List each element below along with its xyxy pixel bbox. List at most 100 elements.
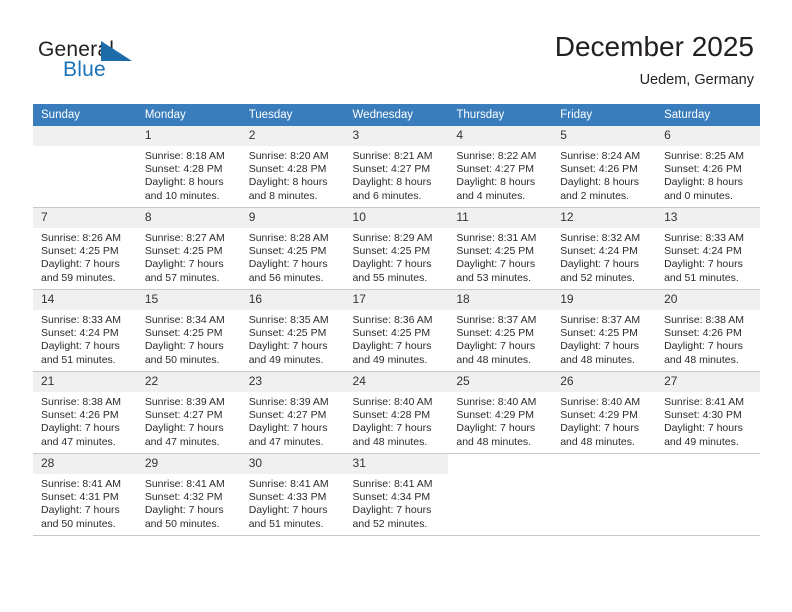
- calendar-day-cell[interactable]: 21 Sunrise: 8:38 AM Sunset: 4:26 PM Dayligh…: [33, 371, 137, 454]
- calendar-day-cell[interactable]: 13 Sunrise: 8:33 AM Sunset: 4:24 PM Dayligh…: [656, 207, 760, 290]
- calendar-day-cell[interactable]: 20 Sunrise: 8:38 AM Sunset: 4:26 PM Dayligh…: [656, 289, 760, 372]
- calendar-day-cell[interactable]: 11 Sunrise: 8:31 AM Sunset: 4:25 PM Dayligh…: [448, 207, 553, 290]
- daylight-duration-line1: Daylight: 7 hours: [144, 504, 224, 517]
- calendar-day-cell[interactable]: 9 Sunrise: 8:28 AM Sunset: 4:25 PM Daylight…: [240, 207, 345, 290]
- calendar-day-cell[interactable]: 28 Sunrise: 8:41 AM Sunset: 4:31 PM Dayligh…: [33, 453, 137, 536]
- sunset-time: Sunset: 4:25 PM: [456, 245, 535, 258]
- day-number: 16: [240, 290, 345, 310]
- weekday-header-wednesday: Wednesday: [344, 104, 449, 126]
- weekday-header-monday: Monday: [136, 104, 241, 126]
- day-cell-inner: 26 Sunrise: 8:40 AM Sunset: 4:29 PM Dayligh…: [552, 372, 657, 453]
- calendar-cell-empty: [552, 453, 657, 536]
- day-cell-inner: 1 Sunrise: 8:18 AM Sunset: 4:28 PM Daylight…: [136, 126, 241, 207]
- day-number: 9: [240, 208, 345, 228]
- sunrise-time: Sunrise: 8:29 AM: [352, 232, 433, 244]
- day-cell-inner: 3 Sunrise: 8:21 AM Sunset: 4:27 PM Daylight…: [344, 126, 449, 207]
- calendar-day-cell[interactable]: 5 Sunrise: 8:24 AM Sunset: 4:26 PM Daylight…: [552, 126, 657, 208]
- day-cell-inner: 28 Sunrise: 8:41 AM Sunset: 4:31 PM Dayligh…: [33, 454, 137, 535]
- sunrise-time: Sunrise: 8:41 AM: [352, 478, 433, 490]
- day-sun-info: Sunrise: 8:41 AM Sunset: 4:32 PM Daylight:…: [137, 474, 241, 531]
- day-cell-inner: 2 Sunrise: 8:20 AM Sunset: 4:28 PM Daylight…: [240, 126, 345, 207]
- daylight-duration-line2: and 52 minutes.: [352, 517, 428, 530]
- calendar-day-cell[interactable]: 22 Sunrise: 8:39 AM Sunset: 4:27 PM Dayligh…: [136, 371, 241, 454]
- calendar-cell-empty: [448, 453, 553, 536]
- weekday-header-friday: Friday: [552, 104, 657, 126]
- sunset-time: Sunset: 4:33 PM: [248, 491, 327, 504]
- daylight-duration-line1: Daylight: 8 hours: [352, 176, 432, 189]
- calendar-day-cell[interactable]: 3 Sunrise: 8:21 AM Sunset: 4:27 PM Daylight…: [344, 126, 449, 208]
- day-cell-inner: 13 Sunrise: 8:33 AM Sunset: 4:24 PM Dayligh…: [656, 208, 760, 289]
- day-cell-inner: 12 Sunrise: 8:32 AM Sunset: 4:24 PM Dayligh…: [552, 208, 657, 289]
- day-cell-inner: 4 Sunrise: 8:22 AM Sunset: 4:27 PM Daylight…: [448, 126, 553, 207]
- daylight-duration-line1: Daylight: 7 hours: [248, 422, 328, 435]
- calendar-day-cell[interactable]: 18 Sunrise: 8:37 AM Sunset: 4:25 PM Dayligh…: [448, 289, 553, 372]
- day-sun-info: Sunrise: 8:35 AM Sunset: 4:25 PM Daylight:…: [241, 310, 345, 367]
- sunrise-time: Sunrise: 8:32 AM: [560, 232, 641, 244]
- day-number: 20: [656, 290, 760, 310]
- calendar-day-cell[interactable]: 27 Sunrise: 8:41 AM Sunset: 4:30 PM Dayligh…: [656, 371, 760, 454]
- daylight-duration-line1: Daylight: 7 hours: [248, 340, 328, 353]
- calendar-day-cell[interactable]: 29 Sunrise: 8:41 AM Sunset: 4:32 PM Dayligh…: [136, 453, 241, 536]
- calendar-day-cell[interactable]: 15 Sunrise: 8:34 AM Sunset: 4:25 PM Dayligh…: [136, 289, 241, 372]
- day-cell-inner: 10 Sunrise: 8:29 AM Sunset: 4:25 PM Dayligh…: [344, 208, 449, 289]
- calendar-day-cell[interactable]: 10 Sunrise: 8:29 AM Sunset: 4:25 PM Dayligh…: [344, 207, 449, 290]
- calendar-day-cell[interactable]: 4 Sunrise: 8:22 AM Sunset: 4:27 PM Daylight…: [448, 126, 553, 208]
- day-cell-inner: 8 Sunrise: 8:27 AM Sunset: 4:25 PM Daylight…: [136, 208, 241, 289]
- calendar-week-row: 21 Sunrise: 8:38 AM Sunset: 4:26 PM Dayligh…: [33, 371, 760, 454]
- calendar-day-cell[interactable]: 8 Sunrise: 8:27 AM Sunset: 4:25 PM Daylight…: [136, 207, 241, 290]
- sunrise-time: Sunrise: 8:39 AM: [144, 396, 225, 408]
- calendar-day-cell[interactable]: 19 Sunrise: 8:37 AM Sunset: 4:25 PM Dayligh…: [552, 289, 657, 372]
- sunset-time: Sunset: 4:25 PM: [248, 245, 327, 258]
- daylight-duration-line2: and 48 minutes.: [456, 353, 532, 366]
- daylight-duration-line2: and 49 minutes.: [352, 353, 428, 366]
- calendar-day-cell[interactable]: 14 Sunrise: 8:33 AM Sunset: 4:24 PM Dayligh…: [33, 289, 137, 372]
- daylight-duration-line2: and 8 minutes.: [248, 189, 318, 202]
- calendar-day-cell[interactable]: 2 Sunrise: 8:20 AM Sunset: 4:28 PM Daylight…: [240, 126, 345, 208]
- day-cell-inner: 24 Sunrise: 8:40 AM Sunset: 4:28 PM Dayligh…: [344, 372, 449, 453]
- calendar-day-cell[interactable]: 30 Sunrise: 8:41 AM Sunset: 4:33 PM Dayligh…: [240, 453, 345, 536]
- daylight-duration-line2: and 50 minutes.: [144, 353, 220, 366]
- day-sun-info: Sunrise: 8:37 AM Sunset: 4:25 PM Daylight:…: [448, 310, 552, 367]
- day-sun-info: Sunrise: 8:32 AM Sunset: 4:24 PM Daylight:…: [552, 228, 656, 285]
- day-sun-info: Sunrise: 8:38 AM Sunset: 4:26 PM Daylight:…: [33, 392, 137, 449]
- day-number: 28: [33, 454, 137, 474]
- sunrise-time: Sunrise: 8:26 AM: [41, 232, 121, 244]
- day-cell-inner: 17 Sunrise: 8:36 AM Sunset: 4:25 PM Dayligh…: [344, 290, 449, 371]
- calendar-day-cell[interactable]: 24 Sunrise: 8:40 AM Sunset: 4:28 PM Dayligh…: [344, 371, 449, 454]
- daylight-duration-line1: Daylight: 7 hours: [41, 504, 120, 517]
- day-number: 6: [656, 126, 760, 146]
- sunset-time: Sunset: 4:31 PM: [41, 491, 119, 504]
- day-cell-inner: 15 Sunrise: 8:34 AM Sunset: 4:25 PM Dayligh…: [136, 290, 241, 371]
- day-number: 24: [344, 372, 449, 392]
- sunrise-time: Sunrise: 8:35 AM: [248, 314, 329, 326]
- logo-text-blue: Blue: [63, 58, 106, 81]
- sunset-time: Sunset: 4:27 PM: [144, 409, 223, 422]
- calendar-day-cell[interactable]: 31 Sunrise: 8:41 AM Sunset: 4:34 PM Dayligh…: [344, 453, 449, 536]
- daylight-duration-line2: and 53 minutes.: [456, 271, 532, 284]
- day-number: 13: [656, 208, 760, 228]
- day-sun-info: Sunrise: 8:24 AM Sunset: 4:26 PM Daylight:…: [552, 146, 656, 203]
- day-sun-info: Sunrise: 8:22 AM Sunset: 4:27 PM Daylight:…: [448, 146, 552, 203]
- calendar-day-cell[interactable]: 23 Sunrise: 8:39 AM Sunset: 4:27 PM Dayligh…: [240, 371, 345, 454]
- daylight-duration-line2: and 48 minutes.: [456, 435, 532, 448]
- day-number: 27: [656, 372, 760, 392]
- calendar-day-cell[interactable]: 26 Sunrise: 8:40 AM Sunset: 4:29 PM Dayligh…: [552, 371, 657, 454]
- calendar-day-cell[interactable]: 17 Sunrise: 8:36 AM Sunset: 4:25 PM Dayligh…: [344, 289, 449, 372]
- sunset-time: Sunset: 4:27 PM: [248, 409, 327, 422]
- sunrise-sunset-calendar: Sunday Monday Tuesday Wednesday Thursday…: [33, 104, 760, 536]
- sunrise-time: Sunrise: 8:27 AM: [144, 232, 225, 244]
- calendar-day-cell[interactable]: 16 Sunrise: 8:35 AM Sunset: 4:25 PM Dayligh…: [240, 289, 345, 372]
- calendar-day-cell[interactable]: 1 Sunrise: 8:18 AM Sunset: 4:28 PM Daylight…: [136, 126, 241, 208]
- calendar-week-row: 28 Sunrise: 8:41 AM Sunset: 4:31 PM Dayligh…: [33, 453, 760, 536]
- day-cell-inner: 22 Sunrise: 8:39 AM Sunset: 4:27 PM Dayligh…: [136, 372, 241, 453]
- calendar-day-cell[interactable]: 12 Sunrise: 8:32 AM Sunset: 4:24 PM Dayligh…: [552, 207, 657, 290]
- day-number: 25: [448, 372, 553, 392]
- day-cell-inner: 18 Sunrise: 8:37 AM Sunset: 4:25 PM Dayligh…: [448, 290, 553, 371]
- calendar-day-cell[interactable]: 7 Sunrise: 8:26 AM Sunset: 4:25 PM Daylight…: [33, 207, 137, 290]
- daylight-duration-line2: and 48 minutes.: [352, 435, 428, 448]
- day-number: [656, 454, 760, 474]
- calendar-day-cell[interactable]: 25 Sunrise: 8:40 AM Sunset: 4:29 PM Dayligh…: [448, 371, 553, 454]
- day-cell-inner: 7 Sunrise: 8:26 AM Sunset: 4:25 PM Daylight…: [33, 208, 137, 289]
- sunrise-time: Sunrise: 8:20 AM: [248, 150, 329, 162]
- calendar-day-cell[interactable]: 6 Sunrise: 8:25 AM Sunset: 4:26 PM Daylight…: [656, 126, 760, 208]
